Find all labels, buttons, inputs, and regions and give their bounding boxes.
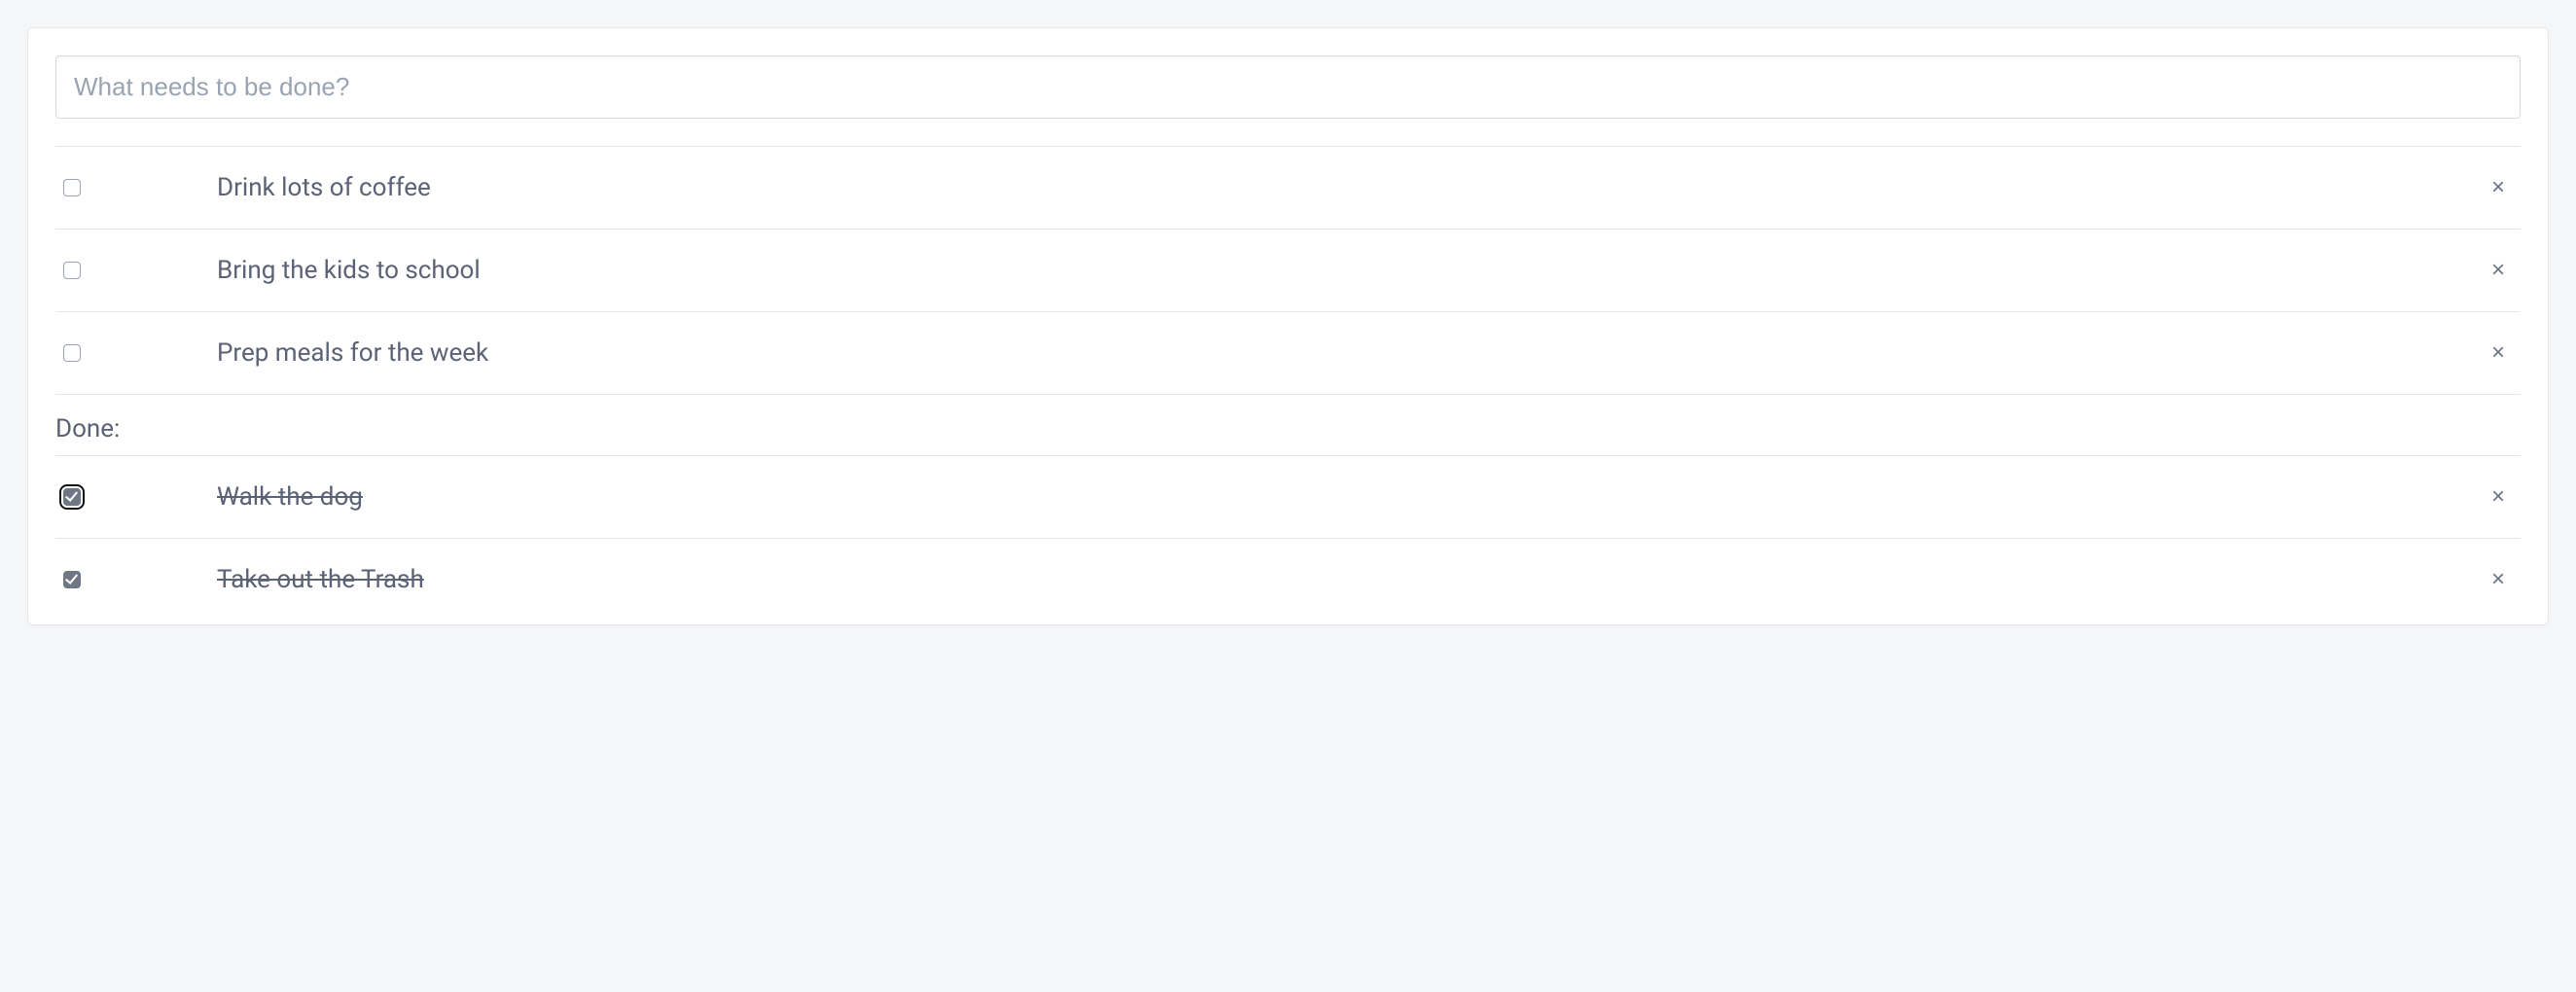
checkbox-wrap [63,179,199,196]
todo-row: Bring the kids to school × [55,230,2521,312]
todo-row: Walk the dog × [55,456,2521,539]
close-icon: × [2491,483,2505,510]
todo-card: Drink lots of coffee × Bring the kids to… [27,27,2549,625]
todo-checkbox[interactable] [63,344,81,362]
todo-label: Bring the kids to school [217,256,2466,285]
close-icon: × [2491,339,2505,366]
delete-button[interactable]: × [2484,562,2513,597]
done-section-header: Done: [55,395,2521,456]
todo-label: Take out the Trash [217,565,2466,594]
delete-button[interactable]: × [2484,479,2513,514]
checkbox-wrap [63,571,199,588]
close-icon: × [2491,566,2505,592]
todo-row: Prep meals for the week × [55,312,2521,395]
delete-button[interactable]: × [2484,253,2513,288]
checkbox-wrap [63,488,199,506]
delete-button[interactable]: × [2484,170,2513,205]
todo-checkbox[interactable] [63,262,81,279]
todo-checkbox[interactable] [63,488,81,506]
checkbox-wrap [63,262,199,279]
checkbox-wrap [63,344,199,362]
todo-label: Walk the dog [217,482,2466,512]
todo-label: Drink lots of coffee [217,173,2466,202]
close-icon: × [2491,257,2505,283]
todo-checkbox[interactable] [63,179,81,196]
todo-row: Drink lots of coffee × [55,147,2521,230]
todo-row: Take out the Trash × [55,539,2521,620]
todo-checkbox[interactable] [63,571,81,588]
close-icon: × [2491,174,2505,200]
new-todo-input[interactable] [55,55,2521,119]
todo-label: Prep meals for the week [217,338,2466,368]
delete-button[interactable]: × [2484,336,2513,371]
